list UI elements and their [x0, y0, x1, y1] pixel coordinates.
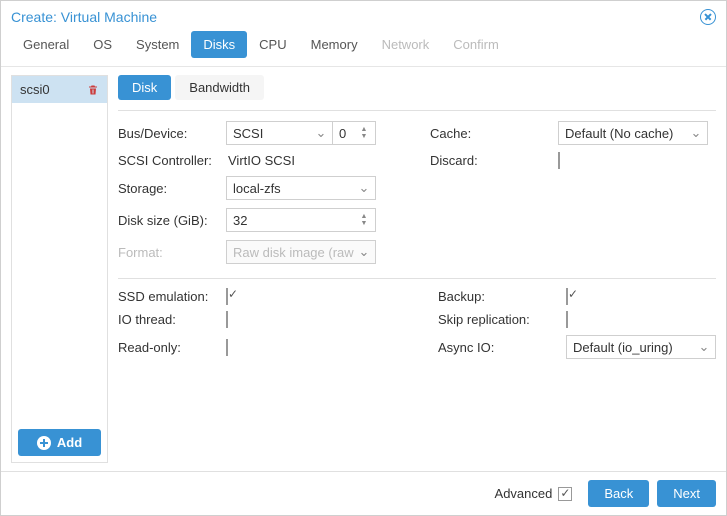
main-tabbar: General OS System Disks CPU Memory Netwo…: [1, 31, 726, 67]
create-vm-dialog: Create: Virtual Machine General OS Syste…: [0, 0, 727, 516]
disk-item-label: scsi0: [20, 82, 50, 97]
tab-os[interactable]: OS: [81, 31, 124, 58]
add-disk-button[interactable]: Add: [18, 429, 101, 456]
dialog-title: Create: Virtual Machine: [11, 9, 157, 25]
read-only-checkbox[interactable]: [226, 339, 228, 356]
plus-icon: [37, 436, 51, 450]
tab-confirm: Confirm: [441, 31, 511, 58]
disk-size-input[interactable]: 32 ▲▼: [226, 208, 376, 232]
dialog-footer: Advanced Back Next: [1, 471, 726, 515]
storage-select[interactable]: local-zfs ⌄: [226, 176, 376, 200]
tab-disks[interactable]: Disks: [191, 31, 247, 58]
chevron-down-icon: ⌄: [314, 125, 328, 141]
read-only-label: Read-only:: [118, 340, 218, 355]
chevron-down-icon: ⌄: [689, 125, 703, 141]
format-select: Raw disk image (raw ⌄: [226, 240, 376, 264]
chevron-down-icon: ⌄: [357, 244, 371, 260]
async-io-label: Async IO:: [438, 340, 558, 355]
skip-replication-checkbox[interactable]: [566, 311, 568, 328]
storage-label: Storage:: [118, 181, 218, 196]
cache-label: Cache:: [430, 126, 550, 141]
back-button[interactable]: Back: [588, 480, 649, 507]
format-label: Format:: [118, 245, 218, 260]
tab-general[interactable]: General: [11, 31, 81, 58]
io-thread-label: IO thread:: [118, 312, 218, 327]
bus-device-label: Bus/Device:: [118, 126, 218, 141]
bus-number-input[interactable]: 0 ▲▼: [332, 121, 376, 145]
discard-label: Discard:: [430, 153, 550, 168]
subtab-bandwidth[interactable]: Bandwidth: [175, 75, 264, 100]
io-thread-checkbox[interactable]: [226, 311, 228, 328]
disk-list-item[interactable]: scsi0: [12, 76, 107, 103]
disk-size-label: Disk size (GiB):: [118, 213, 218, 228]
discard-checkbox[interactable]: [558, 152, 560, 169]
dialog-body: scsi0 Add Disk Bandwidth Bus/Device:: [1, 67, 726, 471]
async-io-select[interactable]: Default (io_uring) ⌄: [566, 335, 716, 359]
trash-icon[interactable]: [87, 83, 99, 97]
disk-config-panel: Disk Bandwidth Bus/Device: SCSI ⌄ 0 ▲▼: [118, 75, 716, 463]
skip-replication-label: Skip replication:: [438, 312, 558, 327]
subtabs: Disk Bandwidth: [118, 75, 716, 108]
advanced-checkbox[interactable]: [558, 487, 572, 501]
spinner-icon: ▲▼: [357, 127, 371, 140]
chevron-down-icon: ⌄: [697, 339, 711, 355]
chevron-down-icon: ⌄: [357, 180, 371, 196]
backup-checkbox[interactable]: [566, 288, 568, 305]
titlebar: Create: Virtual Machine: [1, 1, 726, 31]
advanced-toggle[interactable]: Advanced: [495, 486, 573, 501]
disk-list-sidebar: scsi0 Add: [11, 75, 108, 463]
add-button-label: Add: [57, 435, 82, 450]
scsi-controller-label: SCSI Controller:: [118, 153, 218, 168]
scsi-controller-value: VirtIO SCSI: [226, 153, 376, 168]
advanced-label: Advanced: [495, 486, 553, 501]
cache-select[interactable]: Default (No cache) ⌄: [558, 121, 708, 145]
tab-system[interactable]: System: [124, 31, 191, 58]
ssd-emulation-checkbox[interactable]: [226, 288, 228, 305]
form-section-main: Bus/Device: SCSI ⌄ 0 ▲▼ Cache: Default (…: [118, 121, 716, 264]
close-icon[interactable]: [700, 9, 716, 25]
ssd-emulation-label: SSD emulation:: [118, 289, 218, 304]
tab-network: Network: [370, 31, 442, 58]
subtab-disk[interactable]: Disk: [118, 75, 171, 100]
tab-memory[interactable]: Memory: [299, 31, 370, 58]
bus-type-select[interactable]: SCSI ⌄: [226, 121, 333, 145]
spinner-icon: ▲▼: [357, 214, 371, 227]
next-button[interactable]: Next: [657, 480, 716, 507]
tab-cpu[interactable]: CPU: [247, 31, 298, 58]
backup-label: Backup:: [438, 289, 558, 304]
form-section-advanced: SSD emulation: Backup: IO thread: Skip r…: [118, 289, 716, 359]
